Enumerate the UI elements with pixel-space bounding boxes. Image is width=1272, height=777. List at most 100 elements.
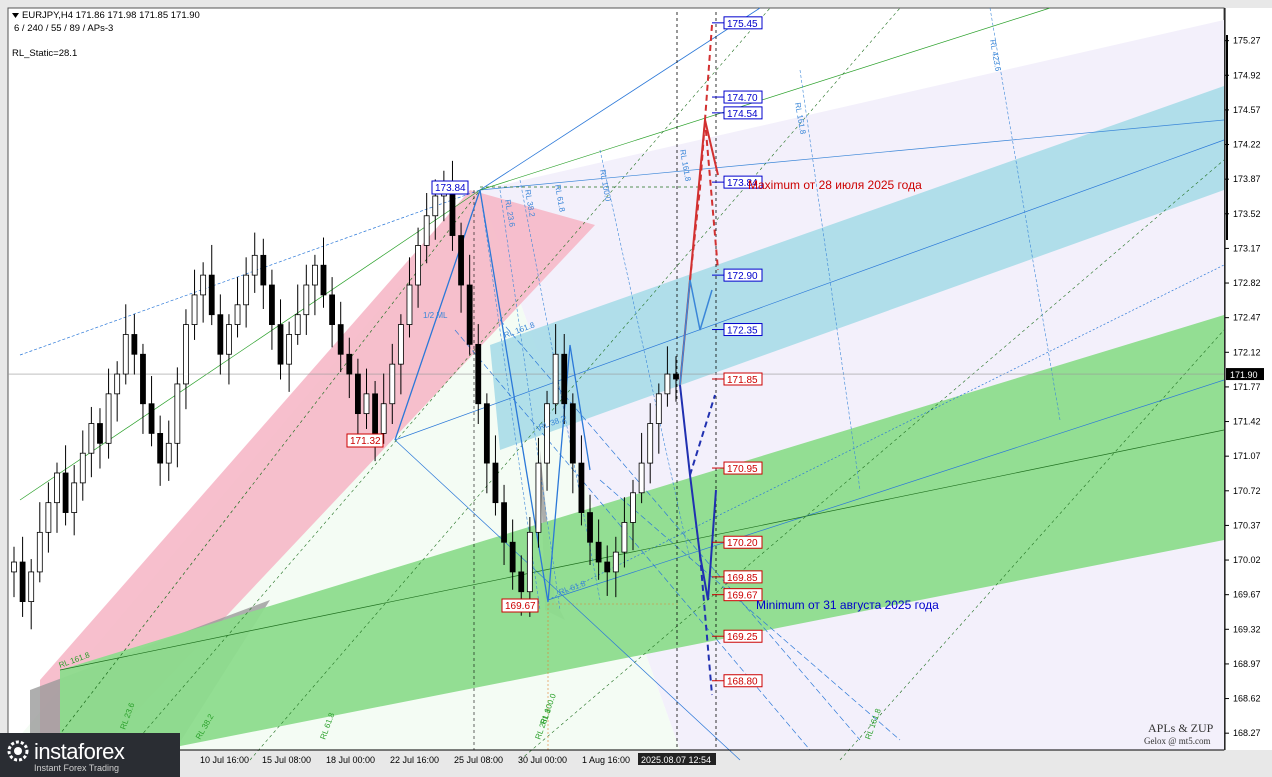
candle-body [535,462,542,533]
candle-body [105,393,112,444]
candle-body [354,373,361,415]
candle-body [406,284,413,325]
y-tick-label: 169.67 [1233,590,1261,600]
candle-body [71,482,78,513]
candle-body [36,531,43,573]
y-tick-label: 170.72 [1233,486,1261,496]
level-value: 175.45 [727,19,758,30]
candle-body [260,254,267,286]
y-tick-label: 174.22 [1233,140,1261,150]
candle-body [88,423,95,454]
level-value: 169.67 [727,591,758,602]
candle-body [415,245,421,286]
candle-body [277,324,284,365]
candle-body [226,324,232,355]
candle-body [638,462,645,494]
candle-body [569,403,576,464]
y-tick-label: 170.37 [1233,520,1261,530]
candle-body [131,334,138,355]
candle-body [587,512,593,543]
level-value: 172.90 [727,271,758,282]
candle-body [380,403,387,434]
candle-body [621,522,628,553]
candle-body [561,353,568,405]
y-tick-label: 173.52 [1233,209,1261,219]
candle-body [312,264,318,286]
channel-level-label: 1/2 ML [423,311,448,320]
level-value: 170.95 [727,464,758,475]
candle-body [54,472,60,504]
candle-body [483,403,490,464]
y-tick-label: 173.87 [1233,174,1261,184]
candle-body [97,423,103,444]
candle-body [544,403,550,464]
y-tick-label: 171.77 [1233,382,1261,392]
y-tick-label: 174.92 [1233,70,1261,80]
candle-body [397,324,404,365]
candle-body [578,462,585,513]
candle-body [286,334,293,365]
candle-body [647,423,654,464]
candle-body [518,571,525,593]
pivot-value: 171.32 [350,436,381,447]
gear-logo-icon [7,740,29,762]
candle-body [79,452,86,484]
candle-body [509,541,516,573]
candle-body [664,373,671,395]
candle-body [458,235,464,286]
y-tick-label: 172.47 [1233,313,1261,323]
y-tick-label: 175.27 [1233,36,1261,46]
y-tick-label: 171.42 [1233,417,1261,427]
pivot-value: 173.84 [435,183,466,194]
candle-body [183,324,189,385]
y-tick-label: 174.57 [1233,105,1261,115]
y-tick-label: 168.27 [1233,728,1261,738]
candle-body [157,433,164,464]
candle-body [372,393,378,434]
candle-body [45,502,52,533]
candle-body [552,353,559,405]
symbol-header: EURJPY,H4 171.86 171.98 171.85 171.90 [22,10,200,21]
candle-body [140,353,146,405]
candle-body [294,314,301,335]
candle-body [673,373,679,380]
candle-body [329,294,336,325]
static-header: RL_Static=28.1 [12,48,77,59]
candle-body [475,343,482,405]
candle-body [320,264,327,296]
candle-body [251,254,258,276]
candle-body [114,373,121,395]
y-tick-label: 172.82 [1233,278,1261,288]
x-tick-label: 10 Jul 16:00 [200,755,249,765]
level-value: 174.70 [727,93,758,104]
chart-area[interactable]: 175.45 174.70 174.54 173.84 172.90 172.35 171.… [0,0,1272,777]
x-tick-label: 15 Jul 08:00 [262,755,311,765]
candle-body [269,284,275,325]
candle-body [466,284,473,345]
level-value: 172.35 [727,326,758,337]
x-tick-label: 25 Jul 08:00 [454,755,503,765]
candle-body [217,314,224,355]
candle-body [191,294,198,325]
level-value: 169.85 [727,573,758,584]
candle-body [28,571,35,602]
current-time-label: 2025.08.07 12:54 [641,755,711,765]
y-tick-label: 168.62 [1233,694,1261,704]
brand-tagline: Instant Forex Trading [34,763,120,773]
candle-body [337,324,344,355]
x-tick-label: 30 Jul 00:00 [518,755,567,765]
level-value: 174.54 [727,109,758,120]
candle-body [595,541,602,563]
candle-body [174,383,181,444]
y-tick-label: 171.07 [1233,451,1261,461]
candle-body [612,551,619,573]
candle-body [655,393,662,424]
candle-body [208,274,215,316]
x-tick-label: 22 Jul 16:00 [390,755,439,765]
candle-body [200,274,207,296]
level-value: 170.20 [727,538,758,549]
y-tick-label: 172.12 [1233,347,1261,357]
y-tick-label: 170.02 [1233,555,1261,565]
candle-body [604,561,611,573]
candle-body [148,403,155,434]
